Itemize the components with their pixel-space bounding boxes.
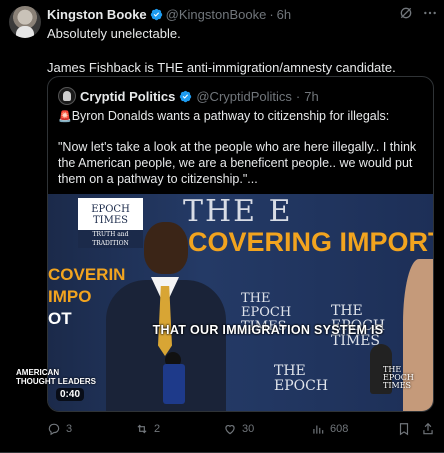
grok-icon[interactable] [398, 5, 414, 21]
repost-count: 2 [154, 423, 161, 435]
separator-dot: · [295, 88, 301, 104]
reply-count: 3 [66, 423, 73, 435]
quoted-author-name[interactable]: Cryptid Politics [80, 89, 175, 104]
separator-dot: · [269, 7, 274, 22]
video-duration: 0:40 [56, 388, 85, 401]
speaker-head [144, 222, 188, 274]
left-banner-line3: OT [48, 309, 72, 328]
repost-icon [137, 424, 147, 434]
verified-badge-icon [150, 8, 162, 21]
show-logo-line2: THOUGHT LEADERS [16, 377, 96, 386]
microphone-icon [163, 364, 185, 404]
views-button[interactable]: 608 [311, 420, 348, 438]
left-banner-line2: IMPO [48, 287, 92, 306]
share-icon [423, 422, 433, 435]
author-name[interactable]: Kingston Booke [47, 7, 147, 22]
backdrop-band-orange: COVERING IMPORTANT NEWS [188, 227, 433, 257]
left-banner-line1: COVERIN [48, 265, 126, 284]
quoted-time[interactable]: 7h [304, 89, 318, 104]
quoted-quote: "Now let's take a look at the people who… [58, 140, 417, 186]
tweet-text-line2: James Fishback is THE anti-immigration/a… [47, 60, 396, 75]
video-caption: THAT OUR IMMIGRATION SYSTEM IS [152, 323, 384, 337]
views-count: 608 [330, 423, 349, 435]
like-button[interactable]: 30 [223, 420, 254, 438]
heart-icon [225, 425, 235, 435]
quoted-headline: Byron Donalds wants a pathway to citizen… [71, 109, 390, 123]
tweet-header: Kingston Booke @KingstonBooke · 6h [47, 7, 291, 22]
more-options-icon[interactable] [422, 5, 438, 21]
quoted-tweet[interactable]: Cryptid Politics @CryptidPolitics · 7h 🚨… [47, 76, 434, 412]
verified-badge-icon [180, 90, 192, 102]
tweet-text-line1: Absolutely unelectable. [47, 26, 181, 41]
siren-icon: 🚨 [58, 111, 72, 123]
backdrop-logo-3: THE EPOCH [274, 363, 329, 394]
like-count: 30 [242, 423, 255, 435]
badge-line1: EPOCH [91, 204, 130, 215]
tweet[interactable]: Kingston Booke @KingstonBooke · 6h Absol… [0, 0, 444, 453]
author-handle[interactable]: @KingstonBooke [166, 7, 267, 22]
watermark-line3: TIMES [383, 381, 412, 390]
author-avatar[interactable] [9, 6, 41, 38]
quoted-header: Cryptid Politics @CryptidPolitics · 7h [58, 87, 319, 105]
video-player[interactable]: THE E COVERING IMPORTANT NEWS O EPOCH TI… [48, 194, 433, 411]
show-logo-line1: AMERICAN [16, 368, 60, 377]
epoch-times-watermark: THE EPOCH TIMES [383, 366, 414, 390]
tweet-time[interactable]: 6h [277, 7, 291, 22]
views-icon [313, 425, 324, 434]
show-logo: AMERICAN THOUGHT LEADERS [16, 368, 96, 386]
bookmark-icon [399, 423, 409, 436]
backdrop-band: COVERING IMPORTANT NEWS O [188, 227, 433, 258]
quoted-avatar[interactable] [58, 87, 76, 105]
repost-button[interactable]: 2 [135, 420, 160, 438]
reply-button[interactable]: 3 [47, 420, 72, 438]
quoted-author-handle[interactable]: @CryptidPolitics [196, 89, 292, 104]
quoted-text: 🚨Byron Donalds wants a pathway to citize… [58, 108, 424, 187]
share-button[interactable] [421, 420, 435, 438]
action-bar: 3 2 30 608 [47, 420, 442, 440]
reply-icon [48, 423, 60, 436]
bookmark-button[interactable] [397, 420, 411, 438]
tweet-text: Absolutely unelectable. James Fishback i… [47, 25, 437, 76]
quoted-headline-line: 🚨Byron Donalds wants a pathway to citize… [58, 108, 424, 125]
left-banner: COVERIN IMPO OT [48, 264, 126, 374]
